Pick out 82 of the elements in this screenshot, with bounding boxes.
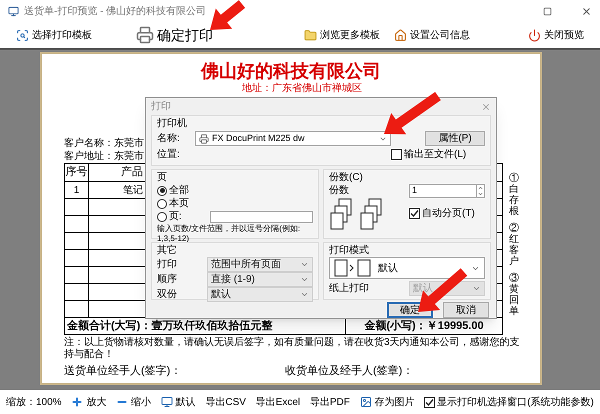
company-address: 地址：广东省佛山市禅城区 <box>242 83 362 95</box>
monitor-icon <box>160 396 173 408</box>
table-cell-text: 笔记 <box>123 184 143 198</box>
image-icon <box>360 396 372 408</box>
radio-label: 本页 <box>169 196 190 211</box>
power-icon <box>528 28 541 42</box>
field-label: 名称: <box>157 132 181 146</box>
close-icon[interactable] <box>581 6 592 16</box>
group-heading: 其它 <box>157 244 178 257</box>
toolbar-button[interactable]: 设置公司信息 <box>394 28 470 42</box>
chevron-down-icon <box>477 191 484 197</box>
printer-icon <box>199 134 209 144</box>
field-label: 打印 <box>157 258 178 272</box>
checkbox-label: 输出至文件(L) <box>404 148 466 162</box>
page-layout-icon <box>334 259 372 277</box>
column-header: 序号 <box>65 164 89 181</box>
cancel-button[interactable]: 取消 <box>443 302 489 318</box>
status-button[interactable]: 放大 <box>71 394 106 410</box>
checkbox-label: 显示打印机选择窗口(系统功能参数) <box>437 396 594 410</box>
column-header: 产品 <box>121 164 143 180</box>
field-label: 位置: <box>157 148 181 162</box>
zoom-level: 缩放：100% <box>6 396 62 410</box>
field-label: 双份 <box>157 288 178 302</box>
copy-label: ①白存根 <box>509 173 519 217</box>
field-label: 份数 <box>329 184 350 197</box>
copy-label: ②红客户 <box>509 223 519 267</box>
chevron-down-icon <box>472 284 481 293</box>
status-button[interactable]: 导出CSV <box>205 394 246 410</box>
group-heading: 页 <box>157 171 168 184</box>
pointer-arrow <box>210 0 246 30</box>
dropdown[interactable]: 直接 (1-9) <box>207 272 313 287</box>
dropdown[interactable]: 默认 <box>207 287 313 302</box>
field-label: 纸上打印 <box>329 282 370 296</box>
group-heading: 打印模式 <box>329 244 370 257</box>
status-button[interactable]: 默认 <box>160 394 196 410</box>
pointer-arrow <box>384 92 441 134</box>
checkbox[interactable] <box>409 208 420 219</box>
dropdown[interactable]: 范围中所有页面 <box>207 257 313 272</box>
hint-text: 输入页数/文件范围，并以逗号分隔(例如: 1,3,5-12) <box>157 224 302 244</box>
field-label: 顺序 <box>157 272 178 287</box>
copy-label: ③黄回单 <box>509 273 519 317</box>
home-icon <box>394 28 407 42</box>
folder-icon <box>304 28 317 42</box>
table-cell: 1 <box>65 182 89 198</box>
toolbar-button[interactable]: 关闭预览 <box>528 28 584 42</box>
toolbar-button[interactable]: 选择打印模板 <box>16 28 92 42</box>
status-button[interactable]: 缩小 <box>116 394 151 410</box>
properties-button[interactable]: 属性(P) <box>425 131 485 146</box>
window-search-icon <box>16 28 29 42</box>
radio-label: 页: <box>168 210 183 224</box>
radio-button[interactable] <box>157 198 167 208</box>
checkbox[interactable] <box>391 149 402 160</box>
dialog-title: 打印 <box>151 100 171 114</box>
toolbar-button[interactable]: 确定打印 <box>136 24 213 46</box>
window-title: 送货单-打印预览 - 佛山好的科技有限公司 <box>24 4 208 18</box>
copies-spinner[interactable]: 1 <box>409 184 485 198</box>
group-heading: 打印机 <box>157 117 188 130</box>
print-mode-dropdown[interactable]: 默认 <box>329 257 485 279</box>
printer-dropdown[interactable]: FX DocuPrint M225 dw <box>195 131 391 146</box>
note-text: 注：以上货物请核对数量，请确认无误后签字，如有质量问题，请在收货3天内通知本公司，感谢您的支持与配合！ <box>64 337 521 361</box>
customer-name: 客户名称：东莞市 <box>64 137 144 150</box>
toolbar-button[interactable]: 浏览更多模板 <box>304 28 380 42</box>
company-name: 佛山好的科技有限公司 <box>200 61 382 82</box>
receiver-signature: 收货单位及经手人(签章)： <box>285 364 414 379</box>
chevron-up-icon <box>477 185 484 191</box>
status-button[interactable]: 存为图片 <box>360 394 415 410</box>
total-amount: 金额(小写)：￥19995.00 <box>363 318 485 334</box>
maximize-icon[interactable] <box>543 6 552 16</box>
sender-signature: 送货单位经手人(签字)： <box>64 364 182 379</box>
group-heading: 份数(C) <box>329 171 364 184</box>
printer-icon <box>136 26 154 44</box>
customer-address: 客户地址：东莞市 <box>64 150 144 163</box>
plus-icon <box>71 396 84 408</box>
radio-button[interactable] <box>157 186 167 196</box>
status-button[interactable]: 导出Excel <box>256 394 300 410</box>
radio-label: 全部 <box>169 184 190 198</box>
checkbox[interactable] <box>424 396 436 408</box>
app-icon <box>8 6 19 16</box>
status-button[interactable]: 导出PDF <box>310 394 350 410</box>
checkbox-label: 自动分页(T) <box>422 207 475 221</box>
radio-button[interactable] <box>157 212 167 222</box>
pages-input[interactable] <box>210 210 313 222</box>
